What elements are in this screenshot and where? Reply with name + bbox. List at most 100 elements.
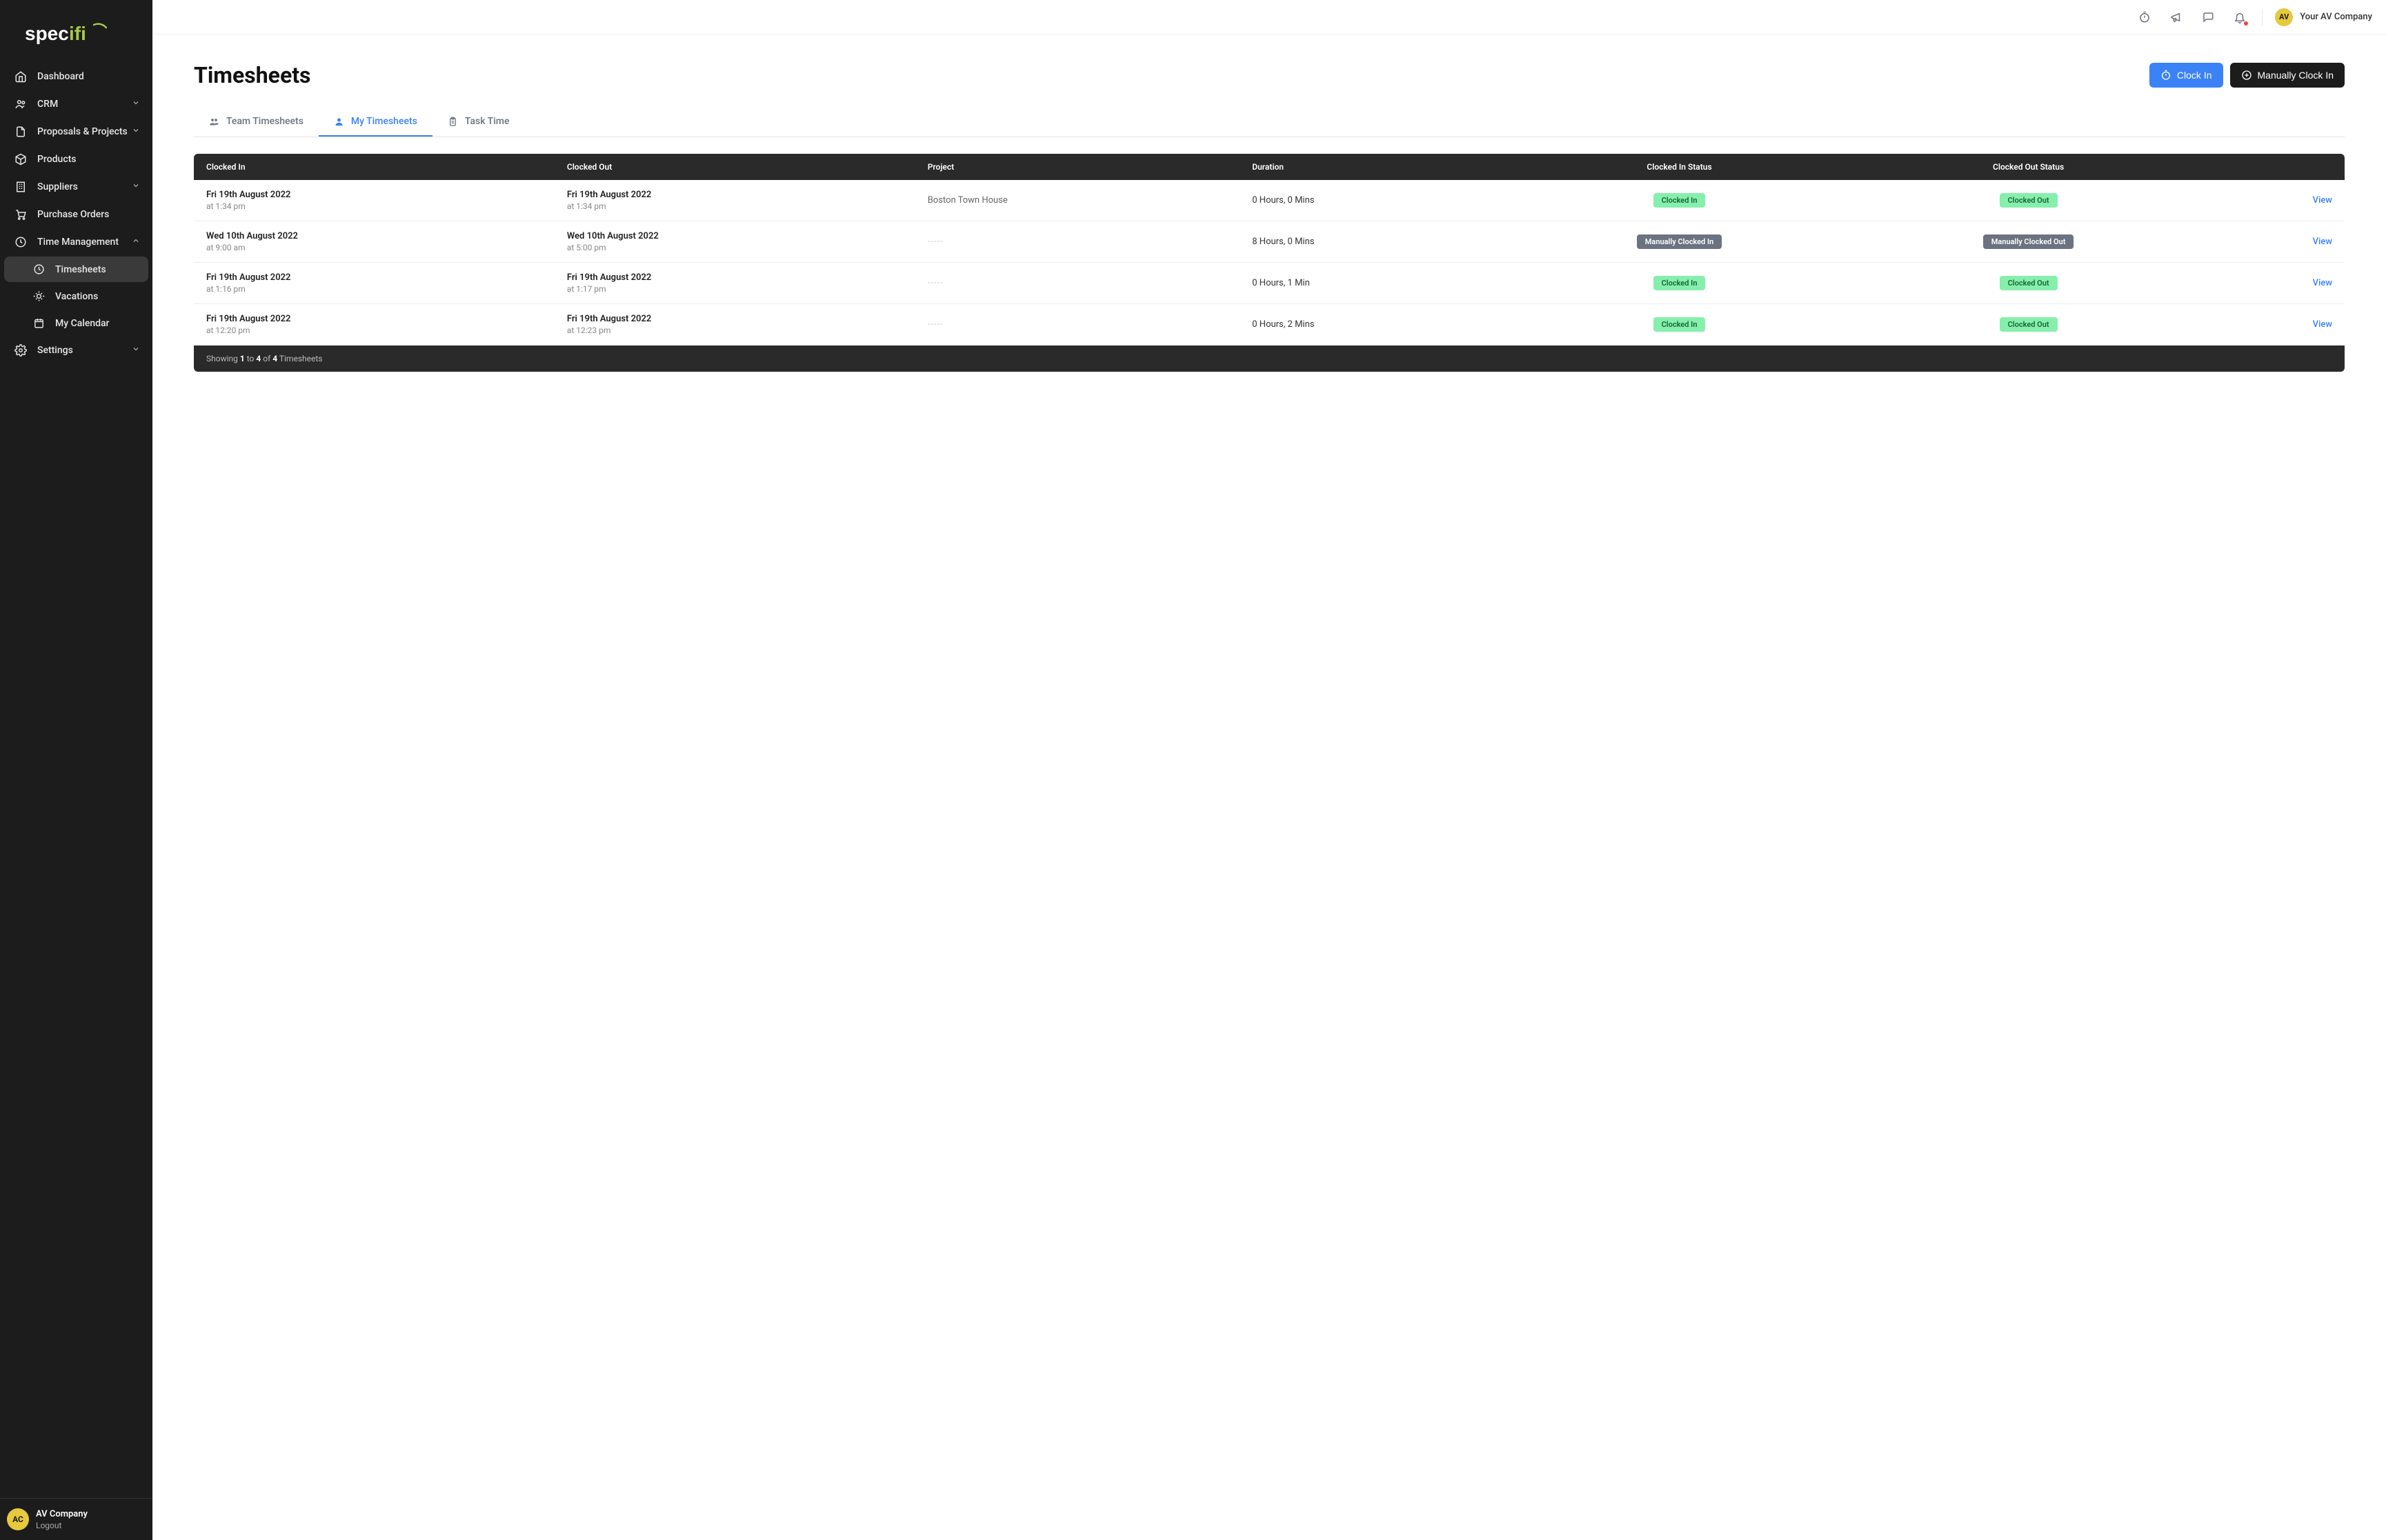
announcement-icon[interactable] — [2167, 8, 2186, 27]
company-label: Your AV Company — [2300, 12, 2372, 22]
col-action — [2207, 154, 2345, 180]
sidebar-subitem-label: Vacations — [55, 291, 98, 302]
view-link[interactable]: View — [2313, 195, 2332, 206]
sidebar-subitem-label: My Calendar — [55, 318, 110, 329]
chat-icon[interactable] — [2198, 8, 2218, 27]
stopwatch-icon — [2160, 70, 2171, 81]
people-icon — [12, 98, 29, 110]
cell-action: View — [2207, 304, 2345, 346]
main: AV Your AV Company Timesheets Clock In M… — [152, 0, 2386, 1540]
sidebar-item-suppliers[interactable]: Suppliers — [4, 174, 148, 200]
col-clocked-in: Clocked In — [194, 154, 555, 180]
clock-in-button[interactable]: Clock In — [2149, 63, 2223, 88]
vacation-icon — [30, 290, 47, 302]
tab-label: My Timesheets — [351, 116, 417, 127]
cell-duration: 8 Hours, 0 Mins — [1240, 221, 1509, 263]
sidebar-subitem-my-calendar[interactable]: My Calendar — [4, 310, 148, 336]
button-label: Clock In — [2177, 70, 2212, 81]
clock-icon — [30, 263, 47, 275]
page-title: Timesheets — [194, 62, 310, 88]
sidebar-item-label: Time Management — [37, 237, 119, 248]
gear-icon — [12, 344, 29, 357]
status-badge: Manually Clocked Out — [1983, 234, 2074, 249]
cell-in-status: Clocked In — [1509, 304, 1850, 346]
sidebar-item-label: CRM — [37, 99, 58, 110]
status-badge: Clocked In — [1653, 317, 1706, 332]
view-link[interactable]: View — [2313, 278, 2332, 288]
tab-my-timesheets[interactable]: My Timesheets — [319, 108, 433, 137]
status-badge: Clocked In — [1653, 276, 1706, 290]
col-project: Project — [915, 154, 1240, 180]
sidebar-item-settings[interactable]: Settings — [4, 337, 148, 363]
button-label: Manually Clock In — [2258, 70, 2334, 81]
people-icon — [209, 117, 219, 127]
cell-clocked-out: Fri 19th August 2022at 1:34 pm — [555, 180, 915, 221]
table-body: Fri 19th August 2022at 1:34 pm Fri 19th … — [194, 180, 2345, 346]
status-badge: Clocked Out — [2000, 317, 2058, 332]
col-in-status: Clocked In Status — [1509, 154, 1850, 180]
cell-duration: 0 Hours, 2 Mins — [1240, 304, 1509, 346]
timesheets-table: Clocked In Clocked Out Project Duration … — [194, 154, 2345, 372]
stopwatch-icon[interactable] — [2135, 8, 2154, 27]
sidebar-subitem-timesheets[interactable]: Timesheets — [4, 257, 148, 282]
col-clocked-out: Clocked Out — [555, 154, 915, 180]
cell-clocked-out: Fri 19th August 2022at 12:23 pm — [555, 304, 915, 346]
notification-dot — [2244, 21, 2248, 26]
manually-clock-in-button[interactable]: Manually Clock In — [2230, 63, 2345, 88]
cell-action: View — [2207, 263, 2345, 304]
home-icon — [12, 70, 29, 83]
sidebar-item-time-management[interactable]: Time Management — [4, 229, 148, 255]
cell-clocked-in: Fri 19th August 2022at 1:34 pm — [194, 180, 555, 221]
sidebar-item-label: Products — [37, 154, 77, 165]
cell-action: View — [2207, 221, 2345, 263]
plus-circle-icon — [2241, 70, 2252, 81]
cell-clocked-out: Fri 19th August 2022at 1:17 pm — [555, 263, 915, 304]
user-avatar[interactable]: AC — [7, 1508, 29, 1530]
proposal-icon — [12, 126, 29, 138]
box-icon — [12, 153, 29, 166]
table-row: Fri 19th August 2022at 1:16 pm Fri 19th … — [194, 263, 2345, 304]
cell-duration: 0 Hours, 1 Min — [1240, 263, 1509, 304]
tab-label: Team Timesheets — [226, 116, 304, 127]
sidebar-item-proposals[interactable]: Proposals & Projects — [4, 119, 148, 145]
sidebar-item-products[interactable]: Products — [4, 146, 148, 172]
view-link[interactable]: View — [2313, 237, 2332, 247]
view-link[interactable]: View — [2313, 319, 2332, 330]
user-avatar-top: AV — [2275, 8, 2293, 26]
bell-icon[interactable] — [2230, 8, 2249, 27]
chevron-up-icon — [132, 237, 140, 248]
tab-team-timesheets[interactable]: Team Timesheets — [194, 108, 319, 137]
sidebar-item-label: Suppliers — [37, 181, 78, 192]
table-row: Fri 19th August 2022at 12:20 pm Fri 19th… — [194, 304, 2345, 346]
chevron-down-icon — [132, 126, 140, 137]
sidebar-item-dashboard[interactable]: Dashboard — [4, 63, 148, 90]
cell-out-status: Clocked Out — [1849, 304, 2207, 346]
clipboard-icon — [448, 117, 458, 127]
cell-project: ----- — [915, 263, 1240, 304]
cell-in-status: Manually Clocked In — [1509, 221, 1850, 263]
cell-in-status: Clocked In — [1509, 263, 1850, 304]
status-badge: Clocked Out — [2000, 276, 2058, 290]
cart-icon — [12, 208, 29, 221]
cell-clocked-in: Fri 19th August 2022at 1:16 pm — [194, 263, 555, 304]
table-footer: Showing 1 to 4 of 4 Timesheets — [194, 346, 2345, 372]
logout-link[interactable]: Logout — [36, 1521, 88, 1530]
cell-clocked-in: Wed 10th August 2022at 9:00 am — [194, 221, 555, 263]
tab-task-time[interactable]: Task Time — [433, 108, 525, 137]
brand-logo: spec ifi — [0, 0, 152, 63]
header-actions: Clock In Manually Clock In — [2149, 63, 2345, 88]
user-chip[interactable]: AV Your AV Company — [2275, 8, 2372, 26]
sidebar-item-label: Proposals & Projects — [37, 126, 128, 137]
sidebar-item-crm[interactable]: CRM — [4, 91, 148, 117]
status-badge: Clocked Out — [2000, 193, 2058, 208]
tab-label: Task Time — [465, 116, 510, 127]
sidebar-item-label: Dashboard — [37, 71, 84, 82]
sidebar-subitem-vacations[interactable]: Vacations — [4, 283, 148, 309]
sidebar-subitem-label: Timesheets — [55, 264, 106, 275]
clock-icon — [12, 236, 29, 248]
sidebar-footer: AC AV Company Logout — [0, 1498, 152, 1540]
cell-out-status: Manually Clocked Out — [1849, 221, 2207, 263]
cell-clocked-out: Wed 10th August 2022at 5:00 pm — [555, 221, 915, 263]
chevron-down-icon — [132, 345, 140, 356]
sidebar-item-purchase-orders[interactable]: Purchase Orders — [4, 201, 148, 228]
